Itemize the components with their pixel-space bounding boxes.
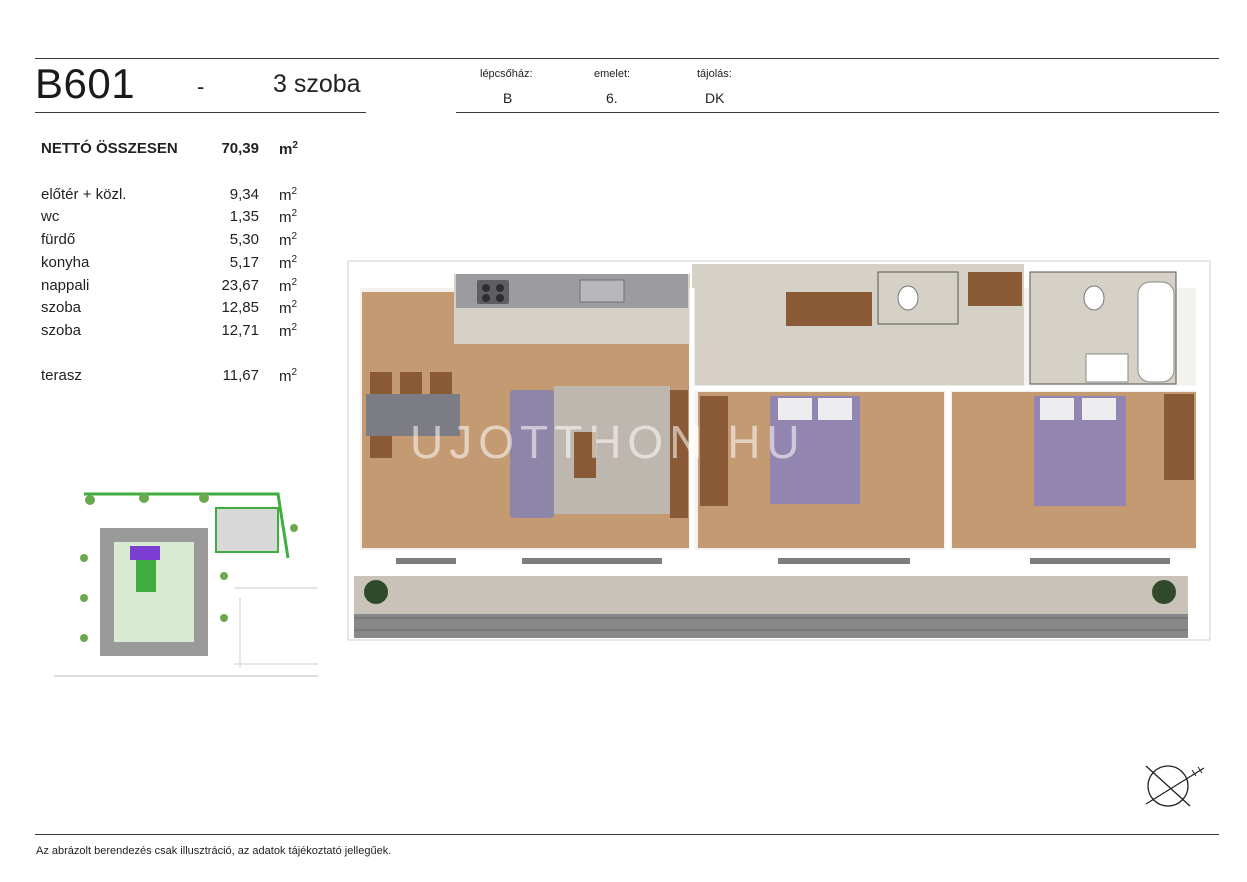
header-bottom-rule-left bbox=[35, 112, 366, 113]
area-value: 1,35 bbox=[229, 208, 259, 225]
area-label: fürdő bbox=[41, 231, 76, 248]
orientation-label: tájolás: bbox=[697, 68, 732, 80]
area-unit: m2 bbox=[279, 367, 298, 385]
area-row: wc 1,35 m2 bbox=[41, 208, 311, 228]
area-unit: m2 bbox=[279, 254, 298, 272]
area-row: előtér + közl. 9,34 m2 bbox=[41, 186, 311, 206]
area-value: 70,39 bbox=[221, 140, 259, 157]
header-bottom-rule-right bbox=[456, 112, 1219, 113]
area-unit: m2 bbox=[279, 140, 298, 158]
area-label: szoba bbox=[41, 322, 82, 339]
area-unit: m2 bbox=[279, 231, 298, 249]
header-separator: - bbox=[197, 74, 205, 99]
floor-plan: UJOTTHON HU bbox=[347, 260, 1211, 641]
area-label: előtér + közl. bbox=[41, 186, 127, 203]
area-row: fürdő 5,30 m2 bbox=[41, 231, 311, 251]
chair-icon bbox=[370, 436, 392, 458]
area-unit: m2 bbox=[279, 186, 298, 204]
area-label: konyha bbox=[41, 254, 90, 271]
chair-icon bbox=[400, 372, 422, 394]
area-terrace-row: terasz 11,67 m2 bbox=[41, 367, 311, 387]
wardrobe bbox=[786, 292, 872, 326]
wardrobe bbox=[1164, 394, 1194, 480]
staircase-label: lépcsőház: bbox=[480, 68, 533, 80]
area-value: 12,71 bbox=[221, 322, 259, 339]
room-count: 3 szoba bbox=[273, 70, 361, 98]
area-row: szoba 12,71 m2 bbox=[41, 322, 311, 342]
unit-code: B601 bbox=[35, 60, 136, 107]
area-value: 9,34 bbox=[229, 186, 259, 203]
site-plan bbox=[54, 488, 318, 680]
cooktop-icon bbox=[477, 280, 509, 304]
area-unit: m2 bbox=[279, 322, 298, 340]
toilet-icon bbox=[1083, 285, 1105, 311]
sink-icon bbox=[579, 279, 625, 303]
orientation-value: DK bbox=[705, 90, 725, 106]
area-label: wc bbox=[41, 208, 60, 225]
area-unit: m2 bbox=[279, 277, 298, 295]
plant-icon bbox=[1152, 580, 1176, 604]
area-label: nappali bbox=[41, 277, 90, 294]
wardrobe bbox=[968, 272, 1022, 306]
area-unit: m2 bbox=[279, 299, 298, 317]
north-compass-icon bbox=[1145, 765, 1205, 807]
area-row: konyha 5,17 m2 bbox=[41, 254, 311, 274]
area-value: 5,17 bbox=[229, 254, 259, 271]
area-label: szoba bbox=[41, 299, 82, 316]
neighbour-building bbox=[215, 507, 279, 553]
area-row: nappali 23,67 m2 bbox=[41, 277, 311, 297]
washbasin-icon bbox=[1085, 353, 1129, 383]
disclaimer-footnote: Az abrázolt berendezés csak illusztráció… bbox=[36, 845, 392, 857]
floor-label: emelet: bbox=[594, 68, 631, 80]
header-top-rule bbox=[35, 58, 1219, 59]
area-value: 5,30 bbox=[229, 231, 259, 248]
chair-icon bbox=[430, 372, 452, 394]
area-value: 11,67 bbox=[222, 367, 259, 384]
area-unit: m2 bbox=[279, 208, 298, 226]
area-row: szoba 12,85 m2 bbox=[41, 299, 311, 319]
toilet-icon bbox=[897, 285, 919, 311]
area-label: NETTÓ ÖSSZESEN bbox=[41, 140, 178, 157]
area-total-row: NETTÓ ÖSSZESEN 70,39 m2 bbox=[41, 140, 311, 160]
watermark: UJOTTHON HU bbox=[410, 416, 806, 468]
floor-value: 6. bbox=[606, 90, 618, 106]
footer-rule bbox=[35, 834, 1219, 835]
area-value: 23,67 bbox=[221, 277, 259, 294]
chair-icon bbox=[370, 372, 392, 394]
unit-highlight bbox=[130, 546, 160, 560]
area-value: 12,85 bbox=[221, 299, 259, 316]
bathtub-icon bbox=[1137, 281, 1175, 383]
area-label: terasz bbox=[41, 367, 82, 384]
staircase-value: B bbox=[503, 90, 513, 106]
plant-icon bbox=[364, 580, 388, 604]
terrace-floor bbox=[354, 576, 1188, 614]
